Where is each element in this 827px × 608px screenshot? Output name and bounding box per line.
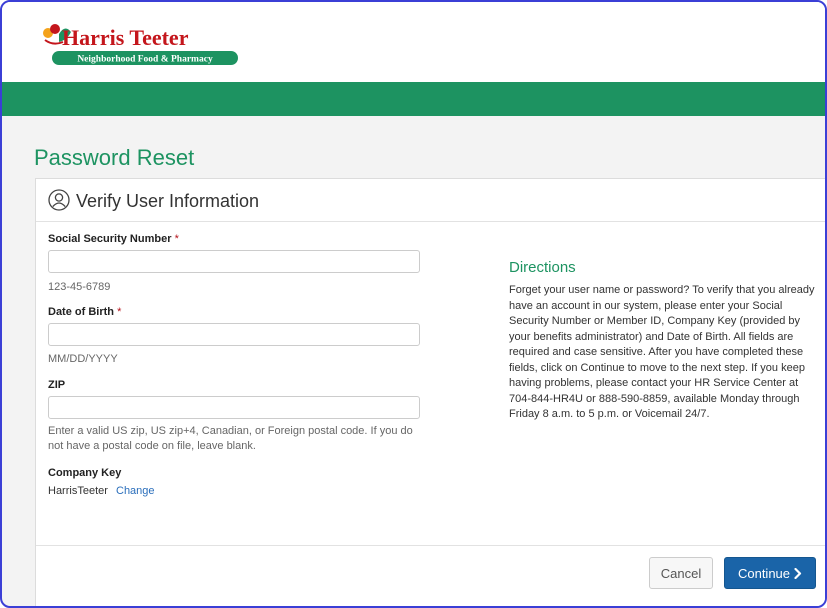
zip-label: ZIP — [48, 379, 66, 391]
ssn-label: Social Security Number * — [48, 233, 179, 245]
site-header: Harris Teeter Neighborhood Food & Pharma… — [2, 2, 825, 82]
card-footer: Cancel Continue — [36, 545, 825, 606]
browser-frame: Harris Teeter Neighborhood Food & Pharma… — [0, 0, 827, 608]
company-key-label: Company Key — [48, 467, 122, 479]
cancel-button[interactable]: Cancel — [649, 557, 713, 589]
dob-label-text: Date of Birth — [48, 306, 114, 318]
user-icon — [48, 189, 70, 211]
continue-button-label: Continue — [737, 565, 791, 581]
dob-hint: MM/DD/YYYY — [48, 353, 118, 365]
nav-bar — [2, 82, 825, 116]
cancel-button-label: Cancel — [660, 565, 702, 581]
dob-input[interactable] — [48, 323, 420, 346]
verify-card: Verify User Information Social Security … — [35, 178, 825, 606]
zip-hint: Enter a valid US zip, US zip+4, Canadian… — [48, 425, 413, 452]
page-title: Password Reset — [34, 145, 195, 170]
change-company-key-link[interactable]: Change — [116, 485, 155, 497]
ssn-hint: 123-45-6789 — [48, 281, 111, 293]
harris-teeter-logo[interactable]: Harris Teeter Neighborhood Food & Pharma… — [40, 20, 240, 68]
dob-required-mark: * — [117, 306, 122, 318]
directions-title: Directions — [509, 259, 576, 276]
dob-label: Date of Birth * — [48, 306, 121, 318]
ssn-required-mark: * — [174, 233, 179, 245]
company-key-value: HarrisTeeter — [48, 485, 108, 497]
logo-wordmark: Harris Teeter — [62, 25, 189, 50]
ssn-label-text: Social Security Number — [48, 233, 172, 245]
ssn-input[interactable] — [48, 250, 420, 273]
card-header: Verify User Information — [36, 179, 825, 222]
logo-tagline: Neighborhood Food & Pharmacy — [77, 55, 213, 65]
chevron-right-icon — [794, 567, 802, 579]
card-title: Verify User Information — [76, 191, 260, 211]
continue-button[interactable]: Continue — [724, 557, 816, 589]
zip-input[interactable] — [48, 396, 420, 419]
directions-text: Forget your user name or password? To ve… — [509, 284, 815, 420]
